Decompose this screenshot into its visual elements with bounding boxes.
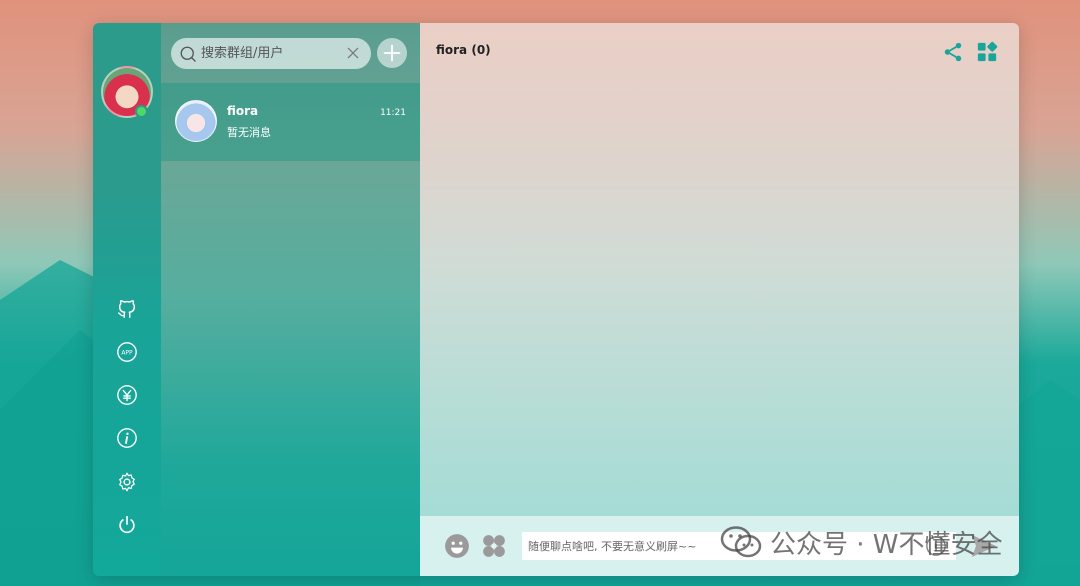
watermark: 公众号 · W不懂安全 [720, 520, 1003, 564]
conversation-time: 11:21 [380, 108, 406, 118]
power-icon[interactable] [115, 513, 139, 537]
conversation-item-fiora[interactable]: fiora 11:21 暂无消息 [161, 83, 420, 161]
share-icon[interactable] [942, 41, 964, 63]
conversation-name: fiora [227, 104, 259, 118]
yuan-icon[interactable] [115, 383, 139, 407]
conversation-avatar [175, 100, 217, 142]
add-group-button[interactable] [377, 38, 407, 68]
conversation-preview: 暂无消息 [227, 126, 271, 139]
search-box [171, 38, 371, 69]
plus-icon [383, 44, 401, 62]
wechat-logo-icon [720, 526, 762, 558]
clear-search-icon[interactable] [345, 45, 361, 61]
conversation-panel: fiora 11:21 暂无消息 [161, 23, 420, 576]
chat-app-window: APP fiora 11:21 暂无消息 [93, 23, 1019, 576]
group-info-icon[interactable] [976, 41, 998, 63]
online-status-dot [135, 105, 148, 118]
sidebar: APP [93, 23, 161, 576]
info-icon[interactable] [115, 426, 139, 450]
settings-icon[interactable] [115, 470, 139, 494]
app-icon[interactable]: APP [115, 340, 139, 364]
feature-menu-icon[interactable] [481, 533, 507, 559]
search-icon [180, 46, 196, 62]
app-icon-label: APP [121, 349, 133, 356]
watermark-text: 公众号 · W不懂安全 [770, 529, 1003, 560]
chat-window: fiora (0) [420, 23, 1019, 576]
search-input[interactable] [201, 46, 341, 61]
github-icon[interactable] [115, 297, 139, 321]
emoji-icon[interactable] [444, 533, 470, 559]
chat-title: fiora (0) [436, 43, 491, 57]
